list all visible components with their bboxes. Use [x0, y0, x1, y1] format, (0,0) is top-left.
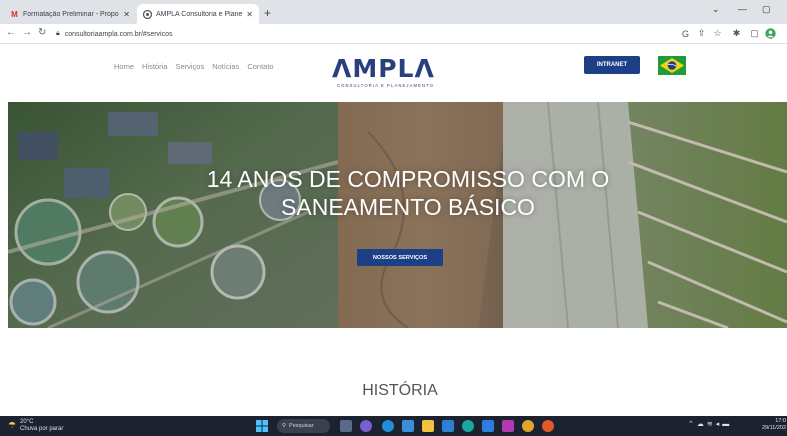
hero-title: 14 ANOS DE COMPROMISSO COM O SANEAMENTO … — [206, 166, 610, 220]
nav-item-noticias[interactable]: Notícias — [212, 62, 239, 71]
store-icon[interactable] — [402, 420, 414, 432]
back-arrow-icon[interactable]: ← — [6, 27, 16, 38]
mail-icon[interactable] — [442, 420, 454, 432]
site-icon — [143, 9, 152, 19]
file-explorer-icon[interactable] — [422, 420, 434, 432]
weather-temperature: 20°C — [20, 419, 34, 425]
main-nav: Home História Serviços Notícias Contato — [114, 62, 274, 71]
address-bar: ← → ↻ 🔒︎ consultoriaampla.com.br/#servic… — [0, 24, 787, 44]
brazil-flag-icon[interactable] — [658, 56, 686, 75]
taskbar-search[interactable]: ⚲ Pesquisar — [277, 419, 330, 433]
clock-date: 29/11/202 — [761, 425, 786, 431]
new-tab-button[interactable]: + — [264, 6, 271, 20]
tab-label: AMPLA Consultoria e Planejamento — [156, 10, 243, 18]
intranet-button[interactable]: INTRANET — [584, 56, 640, 74]
chat-icon[interactable] — [360, 420, 372, 432]
taskbar-clock[interactable]: 17:0 29/11/202 — [756, 418, 786, 432]
ampla-logo[interactable]: ΛMPLΛ CONSULTORIA E PLANEJAMENTO — [332, 56, 466, 90]
url-text: consultoriaampla.com.br/#servicos — [64, 30, 173, 38]
windows-start-icon[interactable] — [256, 420, 268, 432]
app-icon[interactable] — [462, 420, 474, 432]
lock-icon: 🔒︎ — [56, 30, 60, 37]
weather-widget[interactable]: 20°C Chuva por parar — [20, 419, 63, 433]
nav-item-historia[interactable]: História — [142, 62, 167, 71]
sidepanel-icon[interactable]: ▢ — [749, 28, 760, 39]
tab-search-chevron-icon[interactable]: ⌄ — [712, 4, 720, 15]
search-label: Pesquisar — [289, 423, 314, 429]
share-icon[interactable]: ⇪ — [696, 28, 707, 39]
section-title-historia: HISTÓRIA — [362, 382, 438, 399]
system-tray[interactable]: ⌃☁≋◂▬ — [688, 420, 732, 428]
task-view-icon[interactable] — [340, 420, 352, 432]
minimize-button[interactable]: — — [738, 4, 747, 14]
app-purple-icon[interactable] — [502, 420, 514, 432]
google-icon[interactable]: G — [680, 28, 691, 39]
hero-banner: 14 ANOS DE COMPROMISSO COM O SANEAMENTO … — [8, 102, 787, 328]
tab-ampla[interactable]: AMPLA Consultoria e Planejamento ✕ — [137, 4, 259, 24]
star-icon[interactable]: ☆ — [712, 28, 723, 39]
search-icon: ⚲ — [282, 423, 287, 429]
extensions-icon[interactable]: ✱ — [731, 28, 742, 39]
browser-tab-bar: M Formatação Preliminar - Proposta ✕ AMP… — [0, 0, 787, 24]
logo-tagline: CONSULTORIA E PLANEJAMENTO — [337, 83, 435, 88]
chrome-icon[interactable] — [522, 420, 534, 432]
url-field[interactable]: 🔒︎ consultoriaampla.com.br/#servicos — [56, 27, 656, 41]
weather-description: Chuva por parar — [20, 426, 64, 432]
logo-wordmark: ΛMPLΛ — [332, 54, 435, 83]
reload-icon[interactable]: ↻ — [38, 27, 46, 38]
forward-arrow-icon[interactable]: → — [22, 27, 32, 38]
close-icon[interactable]: ✕ — [246, 10, 253, 19]
gmail-icon: M — [11, 9, 18, 19]
nav-item-home[interactable]: Home — [114, 62, 134, 71]
clock-time: 17:0 — [775, 418, 786, 424]
weather-icon[interactable]: ☂ — [8, 420, 16, 431]
nossos-servicos-button[interactable]: NOSSOS SERVIÇOS — [357, 249, 443, 266]
close-icon[interactable]: ✕ — [123, 10, 130, 19]
windows-taskbar: ☂ 20°C Chuva por parar ⚲ Pesquisar ⌃☁≋◂▬… — [0, 416, 787, 436]
nav-item-servicos[interactable]: Serviços — [175, 62, 204, 71]
onenote-icon[interactable] — [482, 420, 494, 432]
maximize-button[interactable]: ▢ — [762, 4, 771, 15]
profile-avatar-icon[interactable] — [765, 28, 776, 39]
firefox-icon[interactable] — [542, 420, 554, 432]
nav-item-contato[interactable]: Contato — [247, 62, 273, 71]
edge-icon[interactable] — [382, 420, 394, 432]
site-header: Home História Serviços Notícias Contato … — [0, 44, 787, 102]
tab-formatacao[interactable]: M Formatação Preliminar - Proposta ✕ — [4, 4, 136, 24]
tab-label: Formatação Preliminar - Proposta — [23, 10, 120, 18]
